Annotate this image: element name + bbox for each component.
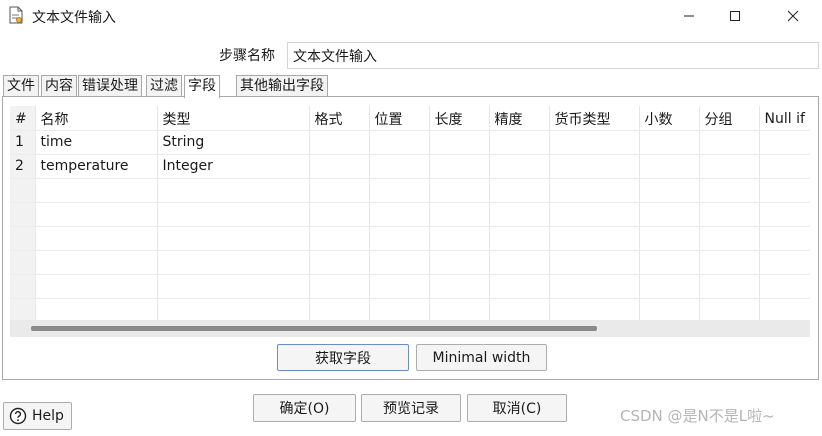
column-header-grouping[interactable]: 分组 [699,106,760,131]
close-button[interactable] [770,0,816,32]
cell-null-if[interactable] [759,130,810,155]
cell-null-if[interactable] [759,154,810,179]
cell-decimal[interactable] [639,130,700,155]
step-name-input[interactable] [287,42,819,69]
cell-length[interactable] [429,130,490,155]
help-button[interactable]: Help [3,402,72,430]
cell-grouping[interactable] [699,154,760,179]
cancel-button[interactable]: 取消(C) [467,394,567,422]
tab-error-handling[interactable]: 错误处理 [78,75,142,97]
table-row[interactable]: 1 time String [10,130,810,155]
preview-button[interactable]: 预览记录 [361,394,461,422]
scrollbar-thumb[interactable] [31,326,597,331]
cell-currency[interactable] [549,130,640,155]
cell-position[interactable] [369,154,430,179]
table-row[interactable]: 2 temperature Integer [10,154,810,179]
empty-row[interactable] [10,178,810,203]
empty-row[interactable] [10,250,810,275]
help-icon [9,407,27,425]
column-header-length[interactable]: 长度 [429,106,490,131]
cell-format[interactable] [309,154,370,179]
column-header-index[interactable]: ^ # [10,106,36,131]
cell-position[interactable] [369,130,430,155]
cell-type[interactable]: Integer [157,154,310,179]
tab-fields[interactable]: 字段 [184,75,220,98]
cell-decimal[interactable] [639,154,700,179]
column-header-decimal[interactable]: 小数 [639,106,700,131]
column-header-format[interactable]: 格式 [309,106,370,131]
horizontal-scrollbar[interactable] [10,320,810,337]
row-index: 2 [10,154,36,179]
minimize-button[interactable] [666,0,712,32]
title-bar: 文本文件输入 [0,0,822,32]
get-fields-button[interactable]: 获取字段 [277,344,409,371]
minimal-width-button[interactable]: Minimal width [416,344,547,371]
tab-file[interactable]: 文件 [3,75,39,97]
column-header-currency[interactable]: 货币类型 [549,106,640,131]
column-header-precision[interactable]: 精度 [489,106,550,131]
window-title: 文本文件输入 [32,10,116,26]
step-name-label: 步骤名称 [219,48,275,64]
empty-row[interactable] [10,298,810,320]
cell-length[interactable] [429,154,490,179]
cell-precision[interactable] [489,154,550,179]
cell-name[interactable]: time [35,130,158,155]
maximize-icon [730,11,740,21]
file-icon [8,6,24,24]
tab-filter[interactable]: 过滤 [146,75,182,97]
cell-format[interactable] [309,130,370,155]
ok-button[interactable]: 确定(O) [253,394,356,422]
cell-grouping[interactable] [699,130,760,155]
table-header: ^ # 名称 类型 格式 位置 长度 精度 货币类型 小数 分组 Null if [10,106,810,131]
tab-content[interactable]: 内容 [41,75,77,97]
column-header-type[interactable]: 类型 [157,106,310,131]
cell-precision[interactable] [489,130,550,155]
row-index: 1 [10,130,36,155]
tab-other-output-fields[interactable]: 其他输出字段 [236,75,328,97]
cell-type[interactable]: String [157,130,310,155]
sort-caret-icon: ^ [16,106,23,112]
watermark: CSDN @是N不是L啦~ [620,407,775,425]
cell-currency[interactable] [549,154,640,179]
minimize-icon [684,15,694,17]
empty-row[interactable] [10,226,810,251]
fields-table: ^ # 名称 类型 格式 位置 长度 精度 货币类型 小数 分组 Null if … [10,106,810,320]
maximize-button[interactable] [712,0,758,32]
close-icon [787,10,799,22]
column-header-null-if[interactable]: Null if [759,106,810,131]
empty-row[interactable] [10,274,810,299]
help-label: Help [32,408,64,424]
cell-name[interactable]: temperature [35,154,158,179]
empty-row[interactable] [10,202,810,227]
column-header-name[interactable]: 名称 [35,106,158,131]
column-header-position[interactable]: 位置 [369,106,430,131]
